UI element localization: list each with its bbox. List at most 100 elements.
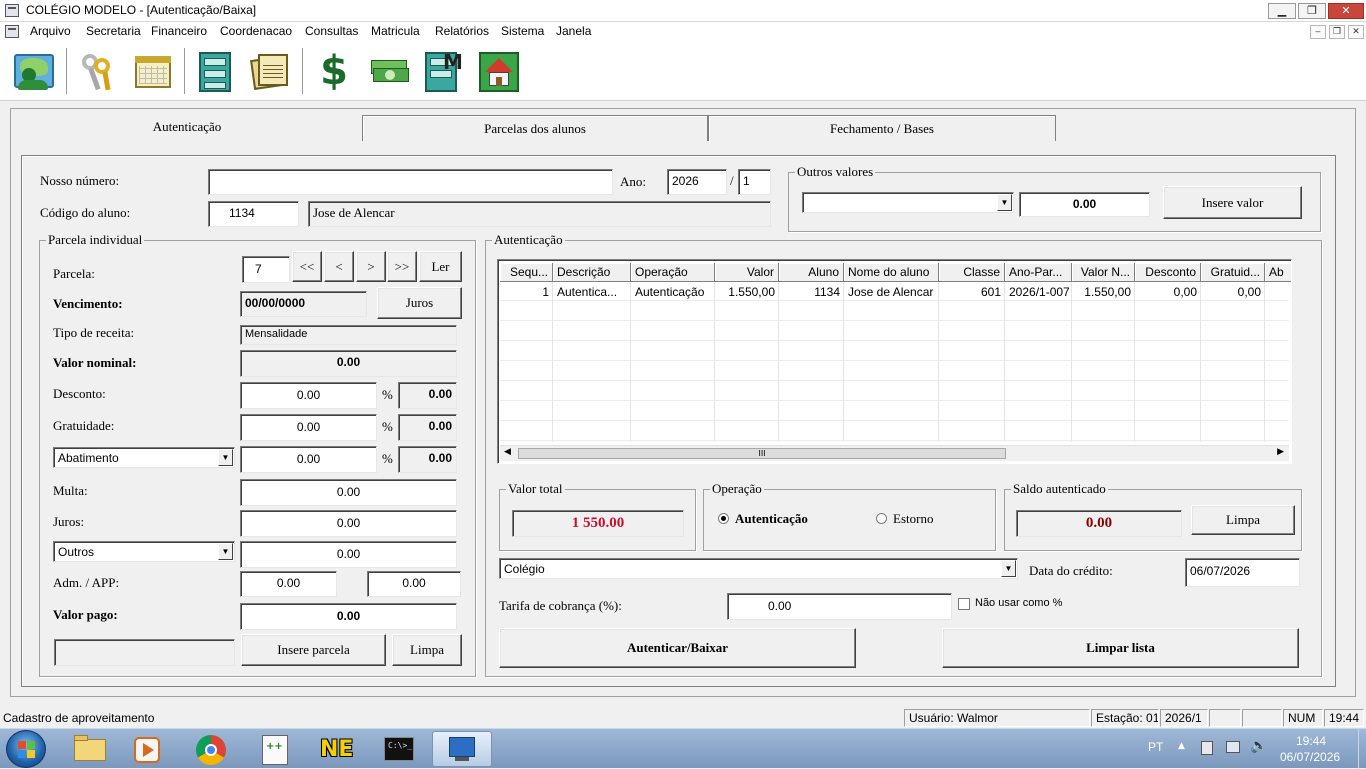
column-header[interactable]: Gratuid... <box>1201 263 1265 282</box>
documents-button[interactable] <box>245 47 295 95</box>
limpa-saldo-button[interactable]: Limpa <box>1191 505 1295 535</box>
tray-expand-icon[interactable]: ▲ <box>1178 741 1185 751</box>
mdi-restore-button[interactable]: ❐ <box>1329 25 1345 39</box>
menu-consultas[interactable]: Consultas <box>305 24 358 38</box>
column-header[interactable]: Descrição <box>553 263 631 282</box>
juros-button[interactable]: Juros <box>377 287 462 319</box>
taskbar-cmd[interactable]: C:\>_ <box>370 731 430 767</box>
ano-parte-input[interactable]: 1 <box>738 169 771 195</box>
scroll-thumb[interactable]: III <box>518 448 1006 459</box>
column-header[interactable]: Operação <box>631 263 715 282</box>
table-cell[interactable]: 2026/1-007 <box>1005 285 1072 299</box>
menu-matricula[interactable]: Matricula <box>371 24 420 38</box>
show-desktop-button[interactable] <box>1358 729 1366 769</box>
column-header[interactable]: Aluno <box>779 263 844 282</box>
column-header[interactable]: Classe <box>939 263 1005 282</box>
file-cabinet-button[interactable] <box>190 47 240 95</box>
limpa-parcela-button[interactable]: Limpa <box>392 634 462 666</box>
insere-parcela-button[interactable]: Insere parcela <box>241 634 386 666</box>
table-cell[interactable]: 1 <box>500 285 553 299</box>
table-cell[interactable]: Autentica... <box>553 285 631 299</box>
estorno-radio[interactable] <box>876 513 887 524</box>
multa-input[interactable]: 0.00 <box>240 479 457 506</box>
desconto-input[interactable]: 0.00 <box>240 382 377 409</box>
file-cabinet-m-button[interactable]: M <box>418 47 468 95</box>
juros-input[interactable]: 0.00 <box>240 510 457 537</box>
tarifa-input[interactable]: 0.00 <box>727 593 952 620</box>
last-parcela-button[interactable]: >> <box>387 251 417 282</box>
menu-arquivo[interactable]: Arquivo <box>30 24 71 38</box>
gratuidade-input[interactable]: 0.00 <box>240 414 377 441</box>
tab-parcelas-dos-alunos[interactable]: Parcelas dos alunos <box>362 115 708 141</box>
data-credito-input[interactable]: 06/07/2026 <box>1185 558 1300 587</box>
maximize-button[interactable]: ❐ <box>1298 3 1326 19</box>
tab-autenticacao[interactable]: Autenticação <box>12 111 362 142</box>
valor-pago-input[interactable]: 0.00 <box>240 603 457 630</box>
app-input[interactable]: 0.00 <box>367 571 461 597</box>
clock-date[interactable]: 06/07/2026 <box>1280 750 1340 764</box>
keys-button[interactable] <box>73 47 123 95</box>
table-cell[interactable]: 1.550,00 <box>1072 285 1135 299</box>
close-button[interactable]: ✕ <box>1328 3 1364 19</box>
outros-valores-select[interactable]: ▼ <box>802 192 1014 213</box>
column-header[interactable]: Ab <box>1265 263 1291 282</box>
outros-select[interactable]: Outros ▼ <box>53 541 235 562</box>
user-map-button[interactable] <box>9 47 59 95</box>
table-cell[interactable]: 0,00 <box>1201 285 1265 299</box>
language-indicator[interactable]: PT <box>1148 740 1163 754</box>
minimize-button[interactable]: ▁ <box>1268 3 1296 19</box>
taskbar-media-player[interactable] <box>118 731 178 767</box>
home-button[interactable] <box>474 47 524 95</box>
table-cell[interactable]: 1.550,00 <box>715 285 779 299</box>
mdi-minimize-button[interactable]: ‒ <box>1310 25 1326 39</box>
taskbar-ne[interactable]: NE <box>308 731 368 767</box>
start-button[interactable] <box>6 730 46 768</box>
volume-muted-icon[interactable]: 🔈 <box>1250 738 1267 754</box>
prev-parcela-button[interactable]: < <box>324 251 354 282</box>
ano-input[interactable]: 2026 <box>667 169 727 195</box>
taskbar-network-app[interactable] <box>432 731 492 767</box>
column-header[interactable]: Nome do aluno <box>844 263 939 282</box>
horizontal-scrollbar[interactable]: ◀ III ▶ <box>500 445 1289 461</box>
action-center-icon[interactable] <box>1201 741 1213 755</box>
banco-select[interactable]: Colégio ▼ <box>499 558 1018 579</box>
outros-input[interactable]: 0.00 <box>240 541 457 568</box>
ler-button[interactable]: Ler <box>419 251 462 282</box>
adm-input[interactable]: 0.00 <box>240 571 337 597</box>
codigo-aluno-input[interactable]: 1134 <box>208 201 299 227</box>
table-cell[interactable]: 601 <box>939 285 1005 299</box>
money-button[interactable] <box>364 47 414 95</box>
first-parcela-button[interactable]: << <box>292 251 322 282</box>
column-header[interactable]: Ano-Par... <box>1005 263 1072 282</box>
clock-time[interactable]: 19:44 <box>1296 734 1326 748</box>
table-cell[interactable]: Autenticação <box>631 285 715 299</box>
outros-valores-input[interactable]: 0.00 <box>1019 192 1150 217</box>
autenticacao-radio[interactable] <box>718 513 729 524</box>
nosso-numero-input[interactable] <box>208 169 613 195</box>
taskbar-chrome[interactable] <box>182 731 242 767</box>
limpar-lista-button[interactable]: Limpar lista <box>942 628 1299 668</box>
autenticar-baixar-button[interactable]: Autenticar/Baixar <box>499 628 856 668</box>
menu-sistema[interactable]: Sistema <box>501 24 544 38</box>
table-cell[interactable]: Jose de Alencar <box>844 285 939 299</box>
taskbar-notepad-plus[interactable]: ++ <box>246 731 306 767</box>
next-parcela-button[interactable]: > <box>356 251 386 282</box>
scroll-left-icon[interactable]: ◀ <box>504 447 511 457</box>
table-cell[interactable]: 0,00 <box>1135 285 1201 299</box>
insere-valor-button[interactable]: Insere valor <box>1163 186 1302 219</box>
nao-usar-percentual-checkbox[interactable] <box>958 598 970 610</box>
document-icon[interactable] <box>5 25 19 38</box>
menu-relatorios[interactable]: Relatórios <box>435 24 489 38</box>
taskbar-explorer[interactable] <box>60 731 120 767</box>
network-icon[interactable] <box>1226 741 1240 753</box>
table-cell[interactable]: 1134 <box>779 285 844 299</box>
parcela-input[interactable]: 7 <box>242 256 290 283</box>
abatimento-input[interactable]: 0.00 <box>240 446 377 473</box>
menu-financeiro[interactable]: Financeiro <box>151 24 207 38</box>
column-header[interactable]: Sequ... <box>500 263 553 282</box>
column-header[interactable]: Valor N... <box>1072 263 1135 282</box>
column-header[interactable]: Valor <box>715 263 779 282</box>
autenticacao-table[interactable]: Sequ... Descrição Operação Valor Aluno Nome d… <box>497 259 1292 464</box>
calendar-button[interactable] <box>128 47 178 95</box>
scroll-right-icon[interactable]: ▶ <box>1277 447 1284 457</box>
